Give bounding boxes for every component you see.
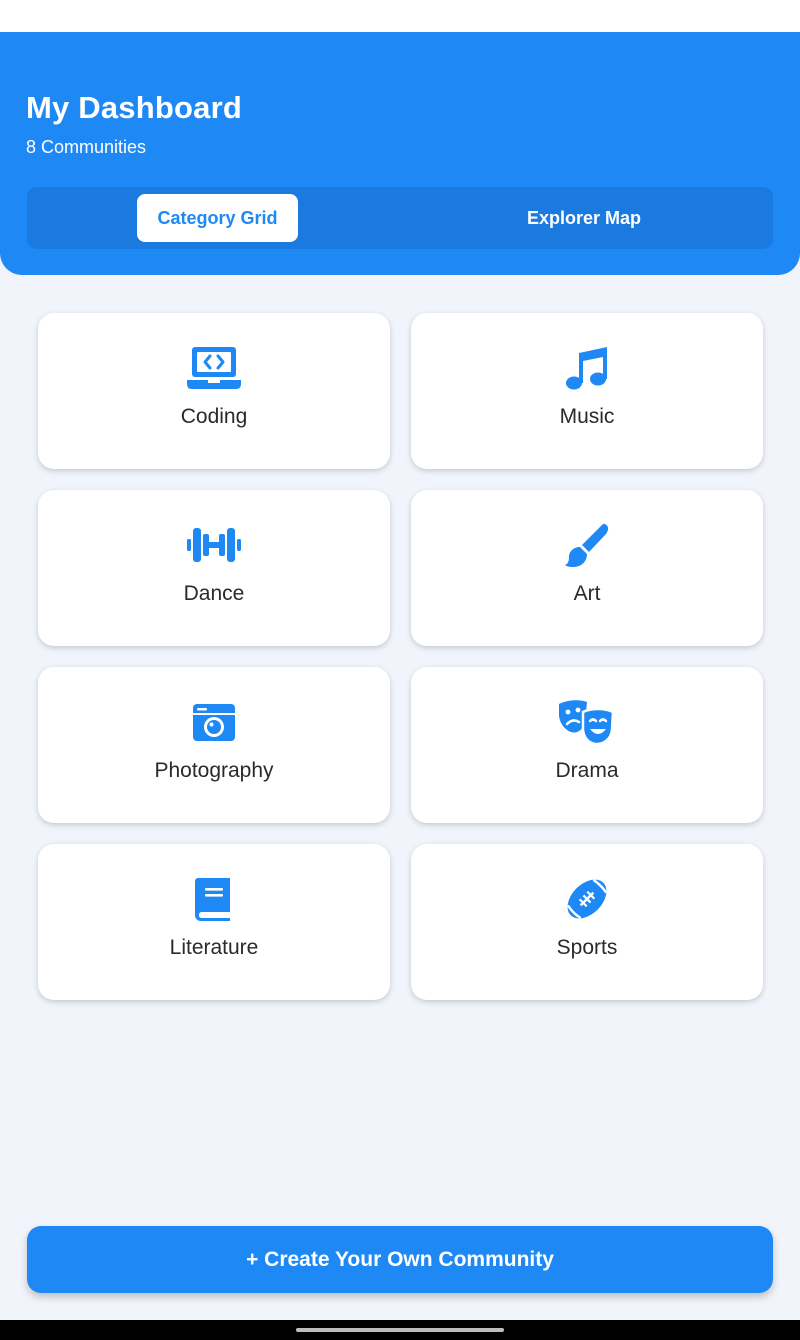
category-card-sports[interactable]: Sports [411, 844, 763, 1000]
category-label: Photography [154, 759, 274, 782]
home-indicator[interactable] [296, 1328, 504, 1332]
status-bar [0, 0, 800, 32]
page-title: My Dashboard [26, 90, 242, 125]
dumbbell-icon [184, 520, 244, 570]
paintbrush-icon [557, 520, 617, 570]
navigation-bar [0, 1320, 800, 1340]
book-icon [184, 874, 244, 924]
category-card-drama[interactable]: Drama [411, 667, 763, 823]
category-card-photography[interactable]: Photography [38, 667, 390, 823]
category-label: Sports [556, 936, 618, 959]
laptop-code-icon [184, 343, 244, 393]
theater-masks-icon [557, 697, 617, 747]
category-label: Drama [555, 759, 619, 782]
category-grid: Coding Music Dance Art Photography Drama… [38, 313, 763, 1000]
category-card-dance[interactable]: Dance [38, 490, 390, 646]
music-note-icon [557, 343, 617, 393]
category-label: Art [573, 582, 601, 605]
category-label: Dance [183, 582, 245, 605]
view-toggle: Category Grid Explorer Map [27, 187, 773, 249]
category-card-literature[interactable]: Literature [38, 844, 390, 1000]
category-label: Literature [169, 936, 259, 959]
category-label: Music [559, 405, 615, 428]
camera-icon [184, 697, 244, 747]
football-icon [557, 874, 617, 924]
header: My Dashboard 8 Communities Category Grid… [0, 32, 800, 275]
category-label: Coding [180, 405, 248, 428]
category-card-coding[interactable]: Coding [38, 313, 390, 469]
category-card-art[interactable]: Art [411, 490, 763, 646]
tab-explorer-map[interactable]: Explorer Map [485, 194, 683, 242]
create-community-button[interactable]: + Create Your Own Community [27, 1226, 773, 1293]
category-card-music[interactable]: Music [411, 313, 763, 469]
community-count: 8 Communities [26, 137, 147, 157]
tab-category-grid[interactable]: Category Grid [137, 194, 298, 242]
